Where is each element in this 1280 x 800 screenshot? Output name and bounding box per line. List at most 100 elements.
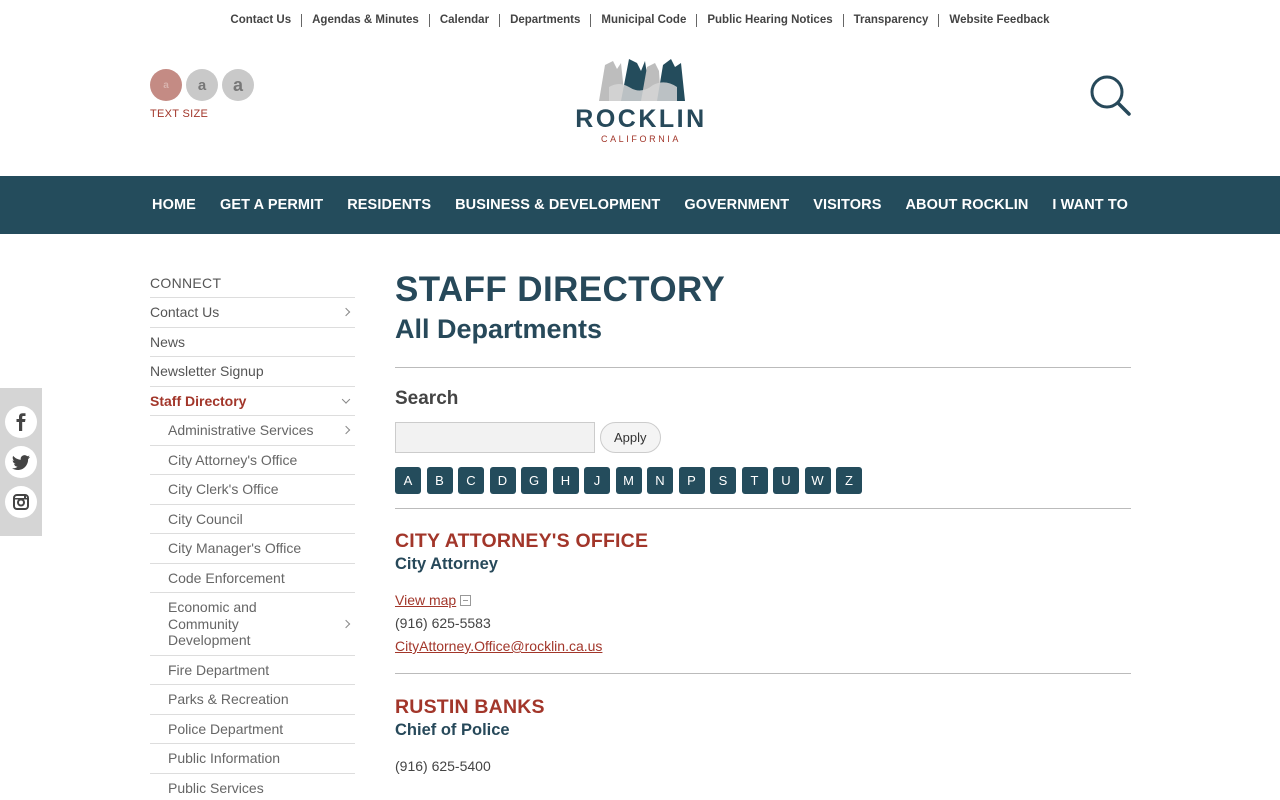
external-link-icon	[460, 595, 472, 606]
utility-bar: Contact Us Agendas & Minutes Calendar De…	[0, 0, 1280, 40]
letter-filter-n[interactable]: N	[647, 467, 673, 494]
letter-filter-t[interactable]: T	[741, 467, 768, 494]
text-size-large-button[interactable]: a	[222, 69, 254, 101]
sidebar-subitem-parks-recreation[interactable]: Parks & Recreation	[150, 685, 355, 715]
facebook-link[interactable]	[5, 406, 37, 438]
social-rail	[0, 388, 42, 536]
view-map-link[interactable]: View map	[395, 592, 456, 608]
utility-link-website-feedback[interactable]: Website Feedback	[938, 13, 1059, 27]
instagram-link[interactable]	[5, 486, 37, 518]
utility-link-contact-us[interactable]: Contact Us	[220, 14, 301, 27]
nav-visitors[interactable]: VISITORS	[801, 197, 893, 213]
search-toggle-button[interactable]	[1088, 74, 1132, 118]
text-size-label: TEXT SIZE	[150, 108, 209, 120]
sidebar-item-label: News	[150, 333, 186, 350]
letter-filter-m[interactable]: M	[615, 467, 642, 494]
utility-links: Contact Us Agendas & Minutes Calendar De…	[220, 13, 1059, 27]
chevron-right-icon[interactable]	[341, 308, 351, 317]
sidebar-item-newsletter-signup[interactable]: Newsletter Signup	[150, 357, 355, 387]
facebook-icon	[16, 413, 26, 431]
sidebar-subitem-fire-department[interactable]: Fire Department	[150, 656, 355, 685]
letter-filter-p[interactable]: P	[678, 467, 705, 494]
sidebar-heading: CONNECT	[150, 268, 355, 298]
nav-get-a-permit[interactable]: GET A PERMIT	[208, 197, 335, 213]
sidebar-subitem-administrative-services[interactable]: Administrative Services	[150, 416, 355, 446]
nav-i-want-to[interactable]: I WANT TO	[1040, 197, 1140, 213]
instagram-icon	[13, 494, 29, 510]
entry-phone: (916) 625-5400	[395, 758, 491, 774]
letter-filter-z[interactable]: Z	[836, 467, 862, 494]
sidebar-subitem-label: Parks & Recreation	[168, 691, 289, 707]
search-form: Apply	[395, 422, 1131, 453]
entry-email-line: CityAttorney.Office@rocklin.ca.us	[395, 635, 1131, 658]
page-title: STAFF DIRECTORY	[395, 270, 726, 309]
letter-filter-h[interactable]: H	[552, 467, 579, 494]
sidebar-subitem-label: City Manager's Office	[168, 540, 302, 556]
twitter-link[interactable]	[5, 446, 37, 478]
letter-filter-u[interactable]: U	[773, 467, 799, 494]
entry-name: RUSTIN BANKS	[395, 696, 545, 718]
chevron-down-icon[interactable]	[341, 395, 351, 404]
letter-filter-b[interactable]: B	[426, 467, 453, 494]
nav-home[interactable]: HOME	[140, 197, 208, 213]
main-nav: HOME GET A PERMIT RESIDENTS BUSINESS & D…	[0, 176, 1280, 234]
nav-about-rocklin[interactable]: ABOUT ROCKLIN	[893, 197, 1040, 213]
sidebar-subitem-code-enforcement[interactable]: Code Enforcement	[150, 564, 355, 593]
letter-filter-g[interactable]: G	[521, 467, 547, 494]
chevron-right-icon[interactable]	[341, 426, 351, 435]
directory-entry: CITY ATTORNEY'S OFFICE City Attorney Vie…	[395, 529, 1131, 658]
divider	[395, 508, 1131, 509]
main-content: STAFF DIRECTORY All Departments Search A…	[395, 268, 1131, 778]
utility-link-municipal-code[interactable]: Municipal Code	[590, 13, 696, 27]
sidebar-item-news[interactable]: News	[150, 328, 355, 357]
sidebar-subitem-police-department[interactable]: Police Department	[150, 715, 355, 744]
text-size-medium-button[interactable]: a	[186, 69, 218, 101]
twitter-icon	[12, 454, 30, 470]
sidebar-subitem-label: Fire Department	[168, 661, 270, 678]
chevron-right-icon[interactable]	[341, 619, 351, 628]
sidebar-subitem-city-clerks-office[interactable]: City Clerk's Office	[150, 475, 355, 505]
text-size-control: a a a TEXT SIZE	[150, 69, 254, 120]
text-size-buttons: a a a	[150, 69, 254, 101]
sidebar-subitem-label: Administrative Services	[168, 422, 314, 438]
sidebar-item-staff-directory[interactable]: Staff Directory	[150, 387, 355, 416]
utility-link-agendas-minutes[interactable]: Agendas & Minutes	[301, 13, 429, 27]
sidebar-subitem-label: Economic and Community Development	[168, 599, 257, 648]
page-subtitle: All Departments	[395, 314, 603, 344]
sidebar-subitem-label: Public Information	[168, 750, 281, 766]
sidebar-subitem-public-information[interactable]: Public Information	[150, 744, 355, 774]
letter-filter-w[interactable]: W	[804, 467, 831, 494]
directory-search-input[interactable]	[395, 422, 595, 453]
sidebar-subitem-city-council[interactable]: City Council	[150, 505, 355, 534]
logo-wordmark: ROCKLIN	[575, 105, 707, 133]
letter-filter-d[interactable]: D	[489, 467, 516, 494]
divider	[395, 673, 1131, 674]
sidebar-subitem-label: City Council	[168, 510, 243, 527]
sidebar-subitem-city-attorneys-office[interactable]: City Attorney's Office	[150, 446, 355, 475]
site-header: a a a TEXT SIZE ROCKLIN CALIFORNIA	[0, 40, 1280, 176]
sidebar-subitem-economic-community-development[interactable]: Economic and Community Development	[150, 593, 355, 656]
email-link[interactable]: CityAttorney.Office@rocklin.ca.us	[395, 638, 602, 654]
sidebar-subitem-label: City Clerk's Office	[168, 481, 279, 497]
utility-link-transparency[interactable]: Transparency	[842, 13, 939, 27]
sidebar-subitem-public-services[interactable]: Public Services	[150, 774, 355, 800]
letter-filter-a[interactable]: A	[395, 467, 421, 494]
sidebar-item-label: Contact Us	[150, 304, 220, 320]
text-size-small-button[interactable]: a	[150, 69, 182, 101]
nav-residents[interactable]: RESIDENTS	[335, 197, 443, 213]
sidebar-subitem-city-managers-office[interactable]: City Manager's Office	[150, 534, 355, 564]
site-logo[interactable]: ROCKLIN CALIFORNIA	[566, 57, 716, 157]
nav-business-development[interactable]: BUSINESS & DEVELOPMENT	[443, 197, 672, 213]
sidebar-item-contact-us[interactable]: Contact Us	[150, 298, 355, 328]
letter-filter-s[interactable]: S	[710, 467, 736, 494]
apply-button[interactable]: Apply	[600, 422, 661, 453]
sidebar-subitem-label: Police Department	[168, 720, 284, 737]
nav-government[interactable]: GOVERNMENT	[672, 197, 801, 213]
letter-filter-c[interactable]: C	[458, 467, 484, 494]
directory-entry: RUSTIN BANKS Chief of Police (916) 625-5…	[395, 695, 1131, 778]
utility-link-public-hearing-notices[interactable]: Public Hearing Notices	[696, 13, 842, 27]
utility-link-departments[interactable]: Departments	[499, 13, 590, 27]
logo-subtitle: CALIFORNIA	[600, 134, 681, 144]
utility-link-calendar[interactable]: Calendar	[428, 13, 499, 27]
letter-filter-j[interactable]: J	[584, 467, 610, 494]
